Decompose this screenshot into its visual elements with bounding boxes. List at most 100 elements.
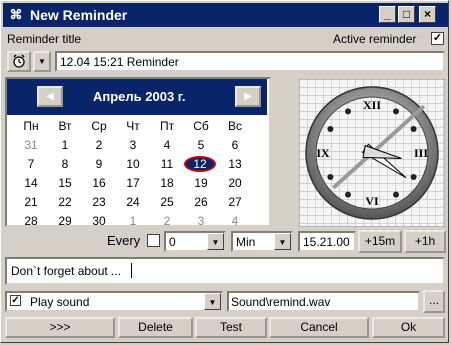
calendar-day[interactable]: 6 [218,137,252,153]
play-sound-select[interactable]: ✓ Play sound ▼ [5,291,223,312]
repeat-unit-value: Min [236,235,256,249]
repeat-count-select[interactable]: 0 ▼ [164,231,226,252]
calendar-day[interactable]: 22 [48,194,82,210]
sound-file-input[interactable]: Sound\remind.wav [227,291,420,312]
alarm-type-button[interactable] [7,51,31,72]
calendar-day[interactable]: 12 [184,156,216,172]
repeat-unit-select[interactable]: Min ▼ [231,231,293,252]
add-1-hour-button[interactable]: +1h [404,230,446,253]
check-icon: ✓ [432,32,443,44]
calendar-day[interactable]: 21 [14,194,48,210]
test-button[interactable]: Test [195,317,267,338]
calendar-day[interactable]: 31 [14,137,48,153]
prev-month-button[interactable]: ◀ [37,86,63,107]
time-input[interactable]: 15.21.00 [298,231,356,252]
active-reminder-checkbox[interactable]: ✓ [431,32,444,45]
maximize-button[interactable]: □ [398,6,415,23]
play-sound-checkbox[interactable]: ✓ [10,295,21,306]
arrow-left-icon: ◀ [46,91,54,102]
arrow-right-icon: ▶ [244,91,252,102]
next-month-button[interactable]: ▶ [235,86,261,107]
weekday-header: Сб [193,119,209,133]
calendar-day[interactable]: 20 [218,175,252,191]
more-button[interactable]: >>> [5,317,115,338]
chevron-down-icon: ▼ [38,57,46,66]
numeral-xii: XII [363,98,381,112]
calendar-day[interactable]: 24 [116,194,150,210]
alarm-clock-icon [13,54,25,68]
add-15-minutes-button[interactable]: +15m [358,230,402,253]
delete-button[interactable]: Delete [118,317,193,338]
reminder-window: ⌘ New Reminder _ □ × Reminder title Acti… [0,0,449,343]
weekday-header: Вс [227,119,242,133]
calendar-day[interactable]: 10 [116,156,150,172]
calendar-day[interactable]: 4 [150,137,184,153]
browse-button[interactable]: ... [423,290,445,313]
calendar-day[interactable]: 14 [14,175,48,191]
calendar-day[interactable]: 26 [184,194,218,210]
calendar-day[interactable]: 28 [14,213,48,229]
text-cursor [131,263,132,278]
every-label: Every [107,233,141,248]
calendar-day[interactable]: 9 [82,156,116,172]
hour-mark [345,108,351,115]
calendar-day[interactable]: 4 [218,213,252,229]
repeat-count-value: 0 [169,235,176,249]
hour-mark [345,191,351,198]
calendar-day[interactable]: 8 [48,156,82,172]
weekday-header: Чт [126,119,140,133]
calendar-day[interactable]: 18 [150,175,184,191]
hour-mark [327,126,334,132]
reminder-title-label: Reminder title [7,32,82,46]
weekday-header: Пн [23,119,39,133]
app-icon: ⌘ [9,7,23,22]
message-input[interactable]: Don`t forget about ... [5,257,445,285]
calendar-day[interactable]: 30 [82,213,116,229]
calendar-day[interactable]: 3 [184,213,218,229]
weekday-header: Ср [91,119,107,133]
active-reminder-label: Active reminder [333,32,417,46]
calendar-day[interactable]: 16 [82,175,116,191]
reminder-title-input[interactable]: 12.04 15:21 Reminder [55,51,445,72]
chevron-down-icon[interactable]: ▼ [274,233,291,250]
calendar-day[interactable]: 2 [150,213,184,229]
calendar-day[interactable]: 23 [82,194,116,210]
weekday-header: Вт [58,119,72,133]
calendar-day[interactable]: 19 [184,175,218,191]
chevron-down-icon[interactable]: ▼ [204,293,221,310]
weekday-header: Пт [159,119,175,133]
time-value: 15.21.00 [303,235,350,249]
clock-face: XII III VI IX [298,78,446,228]
calendar-day[interactable]: 27 [218,194,252,210]
calendar-day[interactable]: 7 [14,156,48,172]
window-title: New Reminder [30,7,128,23]
calendar-day[interactable]: 17 [116,175,150,191]
hour-mark [393,108,399,115]
calendar-day[interactable]: 29 [48,213,82,229]
chevron-down-icon[interactable]: ▼ [207,233,224,250]
calendar-day[interactable]: 25 [150,194,184,210]
title-bar[interactable]: ⌘ New Reminder _ □ × [3,3,448,27]
hour-mark [410,174,417,180]
hour-mark [327,174,334,180]
calendar-day[interactable]: 15 [48,175,82,191]
calendar-day[interactable]: 1 [116,213,150,229]
alarm-type-dropdown-button[interactable]: ▼ [33,51,51,72]
calendar-day[interactable]: 13 [218,156,252,172]
numeral-ix: IX [316,146,330,160]
cancel-button[interactable]: Cancel [269,317,369,338]
message-value: Don`t forget about ... [11,264,122,278]
calendar-day[interactable]: 2 [82,137,116,153]
calendar-day[interactable]: 11 [150,156,184,172]
close-button[interactable]: × [419,6,436,23]
calendar-day[interactable]: 3 [116,137,150,153]
minimize-button[interactable]: _ [379,6,396,23]
calendar-day[interactable]: 5 [184,137,218,153]
numeral-iii: III [414,146,428,160]
ok-button[interactable]: Ok [372,317,445,338]
every-checkbox[interactable] [147,234,160,247]
calendar-day[interactable]: 1 [48,137,82,153]
hour-mark [410,126,417,132]
reminder-title-value: 12.04 15:21 Reminder [60,55,179,69]
analog-clock: XII III VI IX [298,78,446,228]
